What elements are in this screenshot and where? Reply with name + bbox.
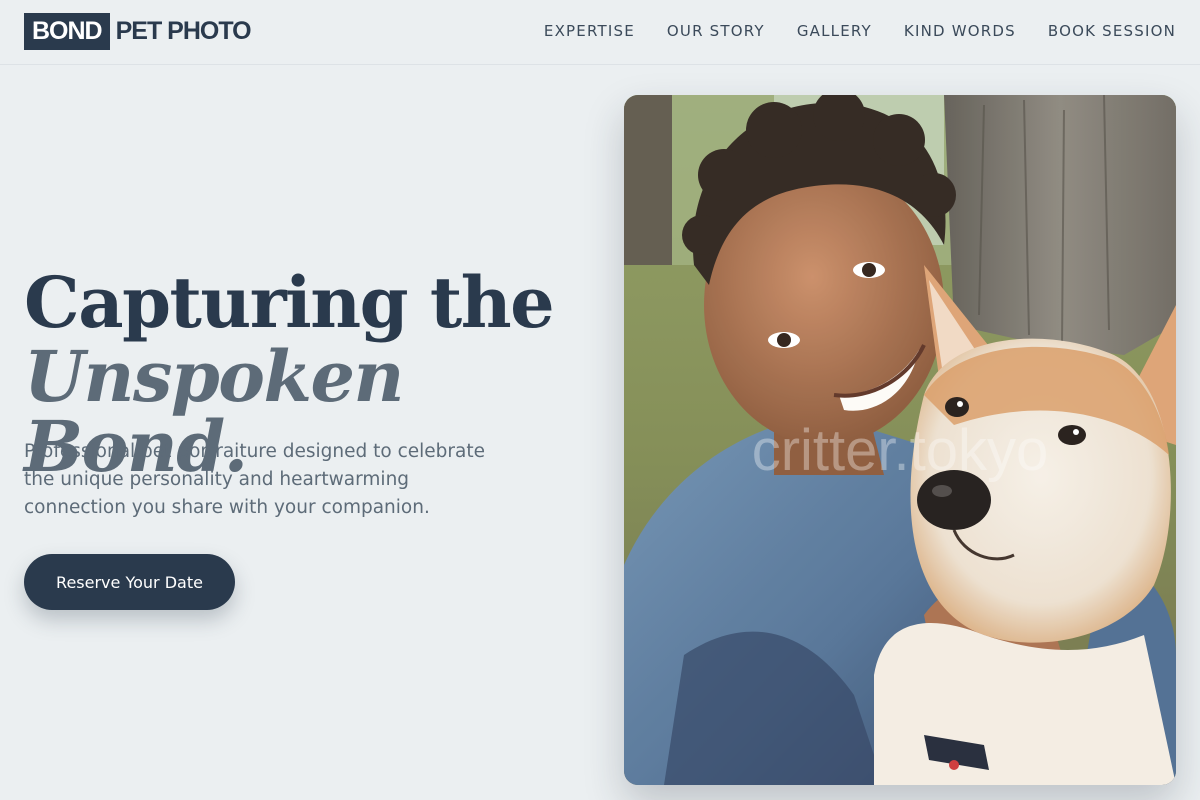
site-header: BOND PET PHOTO EXPERTISE OUR STORY GALLE… bbox=[0, 0, 1200, 65]
nav-book-session[interactable]: BOOK SESSION bbox=[1048, 22, 1176, 40]
nav-our-story[interactable]: OUR STORY bbox=[667, 22, 765, 40]
nav-kind-words[interactable]: KIND WORDS bbox=[904, 22, 1016, 40]
hero-photo: critter.tokyo bbox=[624, 95, 1176, 785]
hero-photo-illustration: critter.tokyo bbox=[624, 95, 1176, 785]
brand-logo[interactable]: BOND PET PHOTO bbox=[24, 13, 252, 50]
hero-subtext: Professional pet portraiture designed to… bbox=[24, 441, 485, 518]
main-nav: EXPERTISE OUR STORY GALLERY KIND WORDS B… bbox=[544, 0, 1176, 62]
logo-rest-text: PET PHOTO bbox=[115, 17, 252, 45]
photo-watermark: critter.tokyo bbox=[752, 418, 1049, 483]
logo-box-text: BOND bbox=[24, 13, 110, 50]
headline-line-1: Capturing the bbox=[24, 261, 555, 344]
nav-expertise[interactable]: EXPERTISE bbox=[544, 22, 635, 40]
reserve-date-button[interactable]: Reserve Your Date bbox=[24, 554, 235, 610]
nav-gallery[interactable]: GALLERY bbox=[797, 22, 872, 40]
